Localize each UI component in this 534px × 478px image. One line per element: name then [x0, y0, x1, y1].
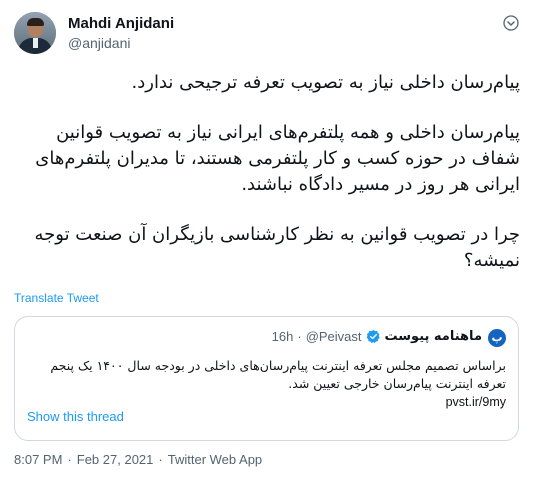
meta-separator: ·: [297, 329, 302, 344]
tweet-source[interactable]: Twitter Web App: [168, 452, 262, 467]
author-names: Mahdi Anjidani @anjidani: [68, 14, 174, 52]
footer-separator: ·: [67, 452, 72, 467]
quoted-tweet[interactable]: پ ماهنامه پیوست @Peivast · 16h براساس تص…: [14, 316, 519, 441]
quoted-author-handle[interactable]: @Peivast: [306, 329, 362, 344]
verified-badge-icon: [366, 329, 381, 344]
tweet-paragraph: پیام‌رسان داخلی و همه پلتفرم‌های ایرانی …: [35, 122, 520, 195]
tweet-paragraph: چرا در تصویب قوانین به نظر کارشناسی بازی…: [34, 224, 521, 271]
translate-tweet-link[interactable]: Translate Tweet: [14, 291, 99, 305]
quoted-author-avatar[interactable]: پ: [488, 329, 506, 347]
more-options-button[interactable]: [502, 14, 520, 32]
quoted-tweet-header: پ ماهنامه پیوست @Peivast · 16h: [15, 329, 506, 349]
quoted-tweet-time[interactable]: 16h: [272, 329, 294, 344]
tweet-card: Mahdi Anjidani @anjidani پیام‌رسان داخلی…: [0, 0, 534, 478]
quoted-tweet-text: براساس تصمیم مجلس تعرفه اینترنت پیام‌رسا…: [27, 357, 506, 411]
quoted-tweet-body: براساس تصمیم مجلس تعرفه اینترنت پیام‌رسا…: [50, 358, 506, 391]
show-thread-link[interactable]: Show this thread: [27, 409, 124, 424]
tweet-paragraph: پیام‌رسان داخلی نیاز به تصویب تعرفه ترجی…: [131, 72, 520, 93]
tweet-text: پیام‌رسان داخلی نیاز به تصویب تعرفه ترجی…: [14, 70, 521, 274]
author-display-name[interactable]: Mahdi Anjidani: [68, 14, 174, 33]
footer-separator: ·: [158, 452, 163, 467]
tweet-date[interactable]: Feb 27, 2021: [77, 452, 154, 467]
tweet-footer: 8:07 PM · Feb 27, 2021 · Twitter Web App: [14, 452, 262, 467]
tweet-time[interactable]: 8:07 PM: [14, 452, 62, 467]
quoted-author-name[interactable]: ماهنامه پیوست: [385, 329, 482, 344]
tweet-header: Mahdi Anjidani @anjidani: [14, 12, 520, 56]
author-avatar[interactable]: [14, 12, 56, 54]
chevron-down-icon: [503, 15, 519, 31]
author-handle[interactable]: @anjidani: [68, 34, 174, 52]
